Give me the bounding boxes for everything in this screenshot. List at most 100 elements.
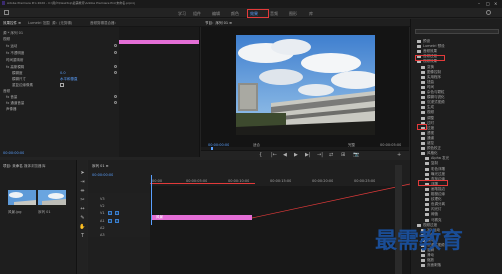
folder-icon [421,96,425,100]
render-bar [150,183,255,184]
track-target-button[interactable] [108,219,112,223]
timeline-playhead[interactable] [151,175,152,225]
tab-effect-controls[interactable]: 效果控件 ≡ [3,21,21,26]
title-bar: Adobe Premiere Pro 2020 - C:\用户\Desktop\… [0,0,502,8]
hand-tool-icon[interactable]: ✋ [79,224,86,230]
keyframe-toggle-icon[interactable] [114,44,117,47]
video-frame [236,35,375,135]
track-label-v3: V3 [100,197,105,201]
timeline-timecode[interactable]: 00:00:00:00 [92,173,113,177]
keyframe-toggle-icon[interactable] [114,71,117,74]
maximize-icon[interactable]: □ [486,1,490,6]
keyframe-toggle-icon[interactable] [114,101,117,104]
pen-tool-icon[interactable]: ✎ [79,215,86,221]
program-timecode[interactable]: 00:00:00:00 [208,143,229,147]
folder-icon [421,70,425,74]
step-forward-icon[interactable]: ▶| [305,152,311,158]
program-fit-select[interactable]: 适合 [253,143,260,147]
home-icon[interactable] [4,10,9,15]
insert-icon[interactable]: ⇄ [329,152,333,158]
tab-program[interactable]: 节目：序列 01 ≡ [205,21,232,26]
tab-editing[interactable]: 编辑 [212,11,220,16]
annotation-arrow [252,183,411,219]
project-item-thumbnail[interactable] [8,190,36,208]
folder-icon [421,91,425,94]
close-icon[interactable]: × [494,1,497,6]
tab-color[interactable]: 颜色 [231,11,239,16]
toggle-output-icon[interactable] [115,211,119,215]
ripple-edit-tool-icon[interactable]: ⇹ [79,188,86,194]
keyframe-toggle-icon[interactable] [114,65,117,68]
program-quality-select[interactable]: 完整 [348,143,355,147]
effects-tab-highlight [247,9,269,18]
overwrite-icon[interactable]: ⊞ [341,152,345,158]
sequence-thumbnail[interactable] [38,190,66,208]
landscape-thumbnail-image [8,190,36,208]
keyframe-toggle-icon[interactable] [114,95,117,98]
effect-icon [425,162,429,166]
tab-media-browser[interactable]: 媒体浏览器 [24,164,42,168]
tab-lumetri-scopes[interactable]: Lumetri 范围 [28,21,50,26]
tab-graphics[interactable]: 图形 [289,11,297,16]
effect-icon [425,157,429,161]
track-target-button[interactable] [108,211,112,215]
folder-icon [417,50,421,54]
go-to-in-icon[interactable]: |← [271,152,277,158]
tab-source[interactable]: 源：(无剪辑) [52,21,72,26]
selection-tool-icon[interactable]: ➤ [79,170,86,176]
program-playhead[interactable] [211,147,213,150]
clip-label: 风景 [156,215,163,219]
repeat-edge-checkbox[interactable] [60,83,64,87]
program-scrubber[interactable] [201,147,409,150]
tab-libraries[interactable]: 库 [309,11,313,16]
fx-row-panner[interactable]: 声像器 [6,107,17,112]
folder-icon [421,101,425,105]
track-headers: V3 V2 V1 A1 A2 A3 [88,193,150,237]
export-frame-icon[interactable]: 📷 [353,152,359,158]
minimize-icon[interactable]: – [478,1,480,6]
blurriness-value[interactable]: 0.0 [60,71,66,75]
track-label-v1: V1 [100,211,105,215]
effects-tree-item[interactable]: 页面剥落 [411,263,502,268]
go-to-out-icon[interactable]: →| [317,152,323,158]
search-icon[interactable] [486,10,491,15]
effect-source-line: 源 * 序列 01 [3,31,24,35]
mark-in-icon[interactable]: { [259,152,262,158]
tab-sequence[interactable]: 序列 01 ≡ [92,164,109,168]
fx-row-channel-volume[interactable]: fx 通道音量 [6,101,24,106]
play-icon[interactable]: ▶ [294,152,298,158]
tab-audio-mixer[interactable]: 音频剪辑混合器： [90,21,118,26]
fx-row-gaussian-blur[interactable]: fx 高斯模糊 [6,65,24,70]
tab-audio[interactable]: 音频 [270,11,278,16]
folder-icon [421,65,425,69]
razor-tool-icon[interactable]: ✂ [79,197,86,203]
video-effects-highlight [415,55,445,61]
folder-icon [421,75,425,79]
fx-row-time-remap[interactable]: 时间重映射 [6,58,24,63]
type-tool-icon[interactable]: T [79,233,86,239]
tab-assembly[interactable]: 组件 [193,11,201,16]
keyframe-toggle-icon[interactable] [114,51,117,54]
window-title: Adobe Premiere Pro 2020 - C:\用户\Desktop\… [7,1,136,5]
effect-controls-timeline [119,27,199,157]
tab-learn[interactable]: 学习 [178,11,186,16]
track-label-v2: V2 [100,204,105,208]
slip-tool-icon[interactable]: ↔ [79,206,86,212]
step-back-icon[interactable]: ◀ [283,152,287,158]
folder-icon [421,85,425,89]
fx-row-audio: 音频 [3,89,10,93]
track-label-a2: A2 [100,226,105,230]
fx-row-motion[interactable]: fx 运动 [6,44,17,49]
track-select-tool-icon[interactable]: ⇥ [79,179,86,185]
timeline-clip[interactable]: 风景 [152,215,252,220]
add-button-icon[interactable]: + [397,152,401,158]
folder-icon [421,142,425,145]
blur-dimensions-value[interactable]: 水平和垂直 [60,77,78,81]
fx-row-opacity[interactable]: fx 不透明度 [6,51,24,56]
tab-project[interactable]: 项目: 未命名 [3,164,23,168]
effects-search-input[interactable] [415,29,499,34]
folder-icon [421,136,425,140]
tab-libraries-panel[interactable]: 库 [42,164,46,168]
fx-row-volume[interactable]: fx 音量 [6,95,17,100]
mute-track-icon[interactable] [115,219,119,223]
